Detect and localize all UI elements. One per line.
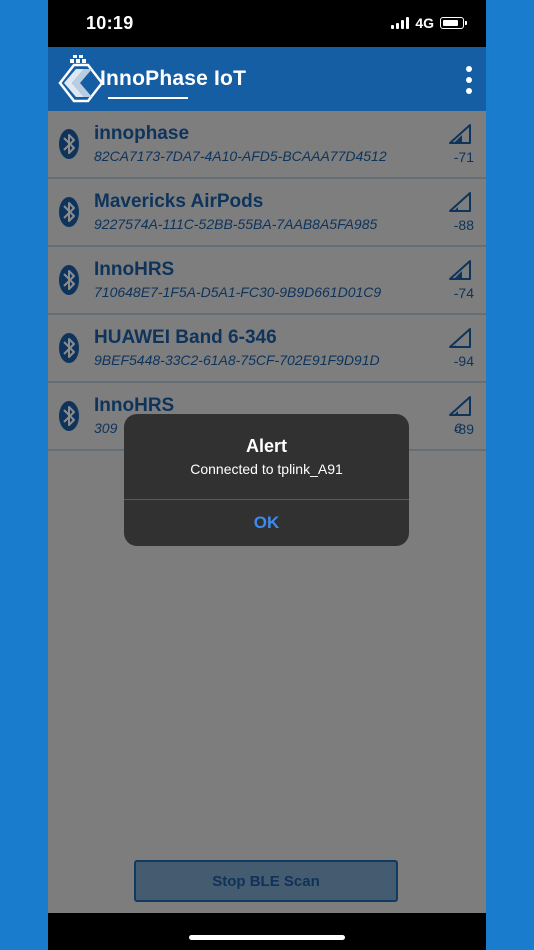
- cellular-signal-icon: [391, 17, 410, 29]
- status-time: 10:19: [86, 13, 134, 33]
- overflow-menu-icon[interactable]: [464, 66, 474, 94]
- alert-message: Connected to tplink_A91: [190, 461, 343, 477]
- status-indicators: 4G: [391, 15, 467, 31]
- alert-ok-button[interactable]: OK: [124, 500, 409, 546]
- status-bar: 10:19 4G: [48, 0, 486, 47]
- phone-screen: 10:19 4G InnoPhase IoT innophase 82CA717…: [48, 0, 486, 950]
- battery-icon: [440, 17, 467, 29]
- app-title: InnoPhase IoT: [100, 67, 247, 90]
- alert-title: Alert: [245, 436, 287, 456]
- title-underline: [108, 97, 188, 99]
- home-bar: [48, 913, 486, 950]
- network-type: 4G: [415, 15, 434, 31]
- alert-dialog: Alert Connected to tplink_A91 OK: [124, 414, 409, 546]
- home-indicator[interactable]: [189, 935, 345, 940]
- app-bar: InnoPhase IoT: [48, 47, 486, 111]
